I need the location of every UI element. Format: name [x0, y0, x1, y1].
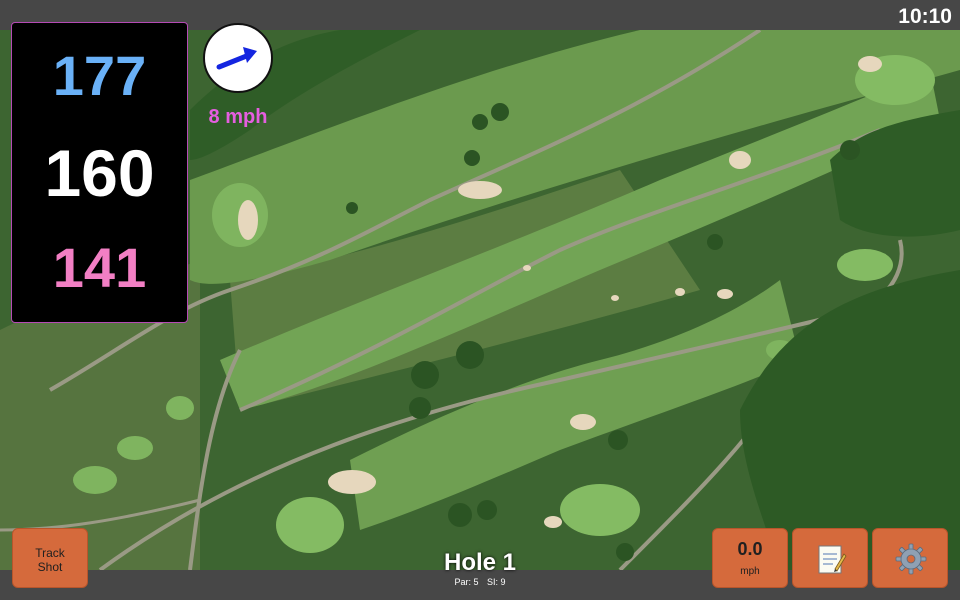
distance-back: 177: [52, 44, 147, 107]
track-shot-label-line1: Track: [35, 546, 65, 560]
distance-middle: 160: [44, 136, 155, 210]
notes-button[interactable]: [792, 528, 868, 588]
distance-panel: 177 160 141: [11, 22, 188, 323]
hole-meta: Par: 5 SI: 9: [400, 577, 560, 587]
wind-arrow-icon: [216, 47, 257, 70]
hole-title: Hole 1: [443, 549, 517, 576]
settings-button[interactable]: [872, 528, 948, 588]
speed-value: 0.0: [737, 539, 763, 559]
track-shot-label-line2: Shot: [37, 560, 63, 574]
wind-indicator: [203, 23, 273, 93]
speed-unit: mph: [740, 566, 760, 577]
hole-stroke-index: SI: 9: [487, 577, 506, 587]
distance-front: 141: [52, 236, 147, 299]
hole-par: Par: 5: [454, 577, 479, 587]
notepad-icon: [818, 545, 847, 574]
track-shot-button[interactable]: Track Shot: [12, 528, 88, 588]
speed-button[interactable]: 0.0 mph: [712, 528, 788, 588]
clock: 10:10: [898, 5, 952, 28]
wind-speed: 8 mph: [208, 106, 268, 128]
gear-icon: [895, 543, 927, 575]
